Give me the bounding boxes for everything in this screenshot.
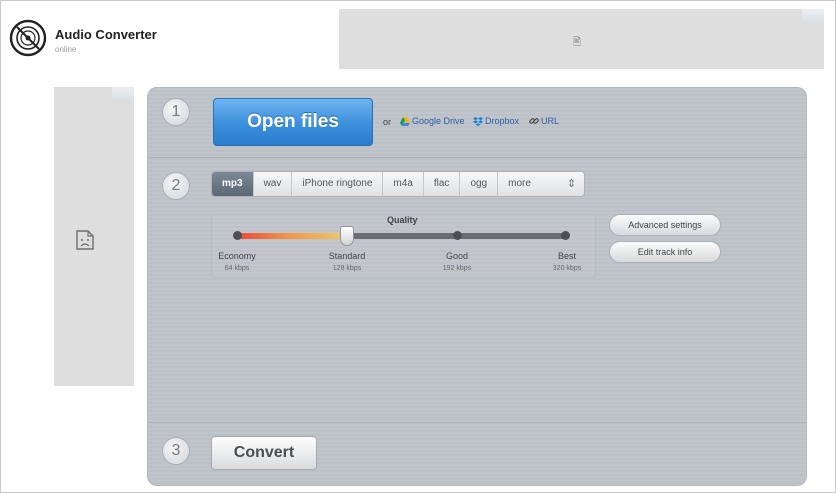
section-divider [148, 422, 806, 423]
format-tab-mp3[interactable]: mp3 [212, 172, 254, 196]
broken-image-icon: 🖹 [573, 37, 582, 48]
format-tab-iphone-ringtone[interactable]: iPhone ringtone [292, 172, 384, 196]
format-tab-ogg[interactable]: ogg [460, 172, 499, 196]
ad-banner-left[interactable] [54, 87, 134, 386]
or-label: or [383, 117, 392, 127]
quality-level-label: Good [445, 251, 469, 261]
quality-level-label: Economy [218, 251, 256, 261]
quality-slider-fill [237, 233, 347, 239]
quality-title: Quality [387, 215, 418, 225]
step-2-badge: 2 [162, 172, 190, 200]
google-drive-link[interactable]: Google Drive [400, 116, 465, 126]
quality-level-label: Best [557, 251, 576, 261]
quality-slider-box: Quality Economy 64 kbps Standard 128 kbp… [211, 214, 596, 278]
quality-stop-good[interactable] [453, 231, 462, 240]
edit-track-info-button[interactable]: Edit track info [609, 241, 721, 263]
quality-level-bitrate: 64 kbps [224, 265, 250, 272]
convert-button[interactable]: Convert [211, 436, 317, 470]
format-tabs: mp3 wav iPhone ringtone m4a flac ogg mor… [211, 171, 586, 197]
quality-level-bitrate: 128 kbps [332, 265, 362, 272]
app-title[interactable]: Audio Converter [55, 27, 157, 42]
format-more-label: more [508, 178, 531, 189]
ad-choices-corner[interactable] [112, 87, 134, 101]
dropbox-label: Dropbox [485, 116, 520, 126]
format-tab-wav[interactable]: wav [254, 172, 293, 196]
section-divider [148, 157, 806, 158]
ad-choices-corner[interactable] [802, 9, 824, 23]
url-label: URL [541, 116, 560, 126]
open-files-button[interactable]: Open files [213, 98, 373, 146]
format-more-select[interactable]: more ⇕ [498, 172, 584, 196]
app-subtitle: online [55, 45, 77, 54]
up-down-caret-icon: ⇕ [566, 178, 577, 190]
format-tab-flac[interactable]: flac [424, 172, 461, 196]
converter-panel: 1 Open files or Google Drive Dropbox URL… [147, 87, 807, 486]
google-drive-icon [400, 116, 410, 126]
quality-slider-thumb[interactable] [340, 226, 354, 246]
link-icon [529, 118, 539, 124]
broken-image-icon [76, 230, 94, 250]
step-3-badge: 3 [162, 437, 190, 465]
advanced-settings-button[interactable]: Advanced settings [609, 214, 721, 236]
step-1-badge: 1 [162, 98, 190, 126]
ad-banner-top[interactable]: 🖹 [339, 9, 824, 69]
google-drive-label: Google Drive [412, 116, 465, 126]
app-logo-icon [9, 19, 47, 57]
dropbox-link[interactable]: Dropbox [473, 116, 519, 126]
quality-stop-best[interactable] [561, 231, 570, 240]
quality-stop-economy[interactable] [233, 231, 242, 240]
dropbox-icon [473, 116, 483, 126]
quality-level-bitrate: 320 kbps [552, 265, 582, 272]
format-tab-m4a[interactable]: m4a [383, 172, 424, 196]
quality-slider-track[interactable] [233, 226, 570, 246]
url-link[interactable]: URL [529, 116, 559, 126]
quality-level-bitrate: 192 kbps [442, 265, 472, 272]
quality-level-label: Standard [328, 251, 366, 261]
